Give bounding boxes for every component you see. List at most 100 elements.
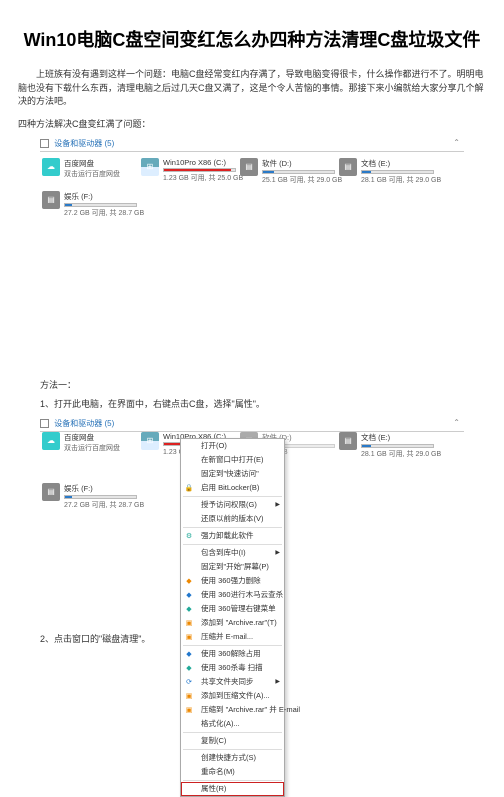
- menu-item-label: 创建快捷方式(S): [201, 752, 256, 763]
- menu-item[interactable]: 固定到"开始"屏幕(P): [181, 560, 284, 574]
- menu-item-label: 固定到"快速访问": [201, 468, 259, 479]
- menu-item-label: 启用 BitLocker(B): [201, 482, 259, 493]
- hdd-icon: ▤: [339, 432, 357, 450]
- menu-item-label: 强力卸载此软件: [201, 530, 254, 541]
- menu-separator: [183, 780, 282, 781]
- menu-item-label: 还原以前的版本(V): [201, 513, 264, 524]
- menu-item[interactable]: ◆使用 360强力删除: [181, 574, 284, 588]
- capacity-bar: [64, 495, 137, 499]
- intro-paragraph: 上班族有没有遇到这样一个问题：电脑C盘经常变红内存满了，导致电脑变得很卡，什么操…: [18, 68, 486, 109]
- menu-item[interactable]: ⚙ 强力卸载此软件: [181, 529, 284, 543]
- menu-item-icon: ▣: [184, 632, 194, 642]
- menu-item-icon: ◆: [184, 604, 194, 614]
- menu-item-icon: ⟳: [184, 677, 194, 687]
- menu-item-label: 添加到压缩文件(A)...: [201, 690, 270, 701]
- menu-item[interactable]: 创建快捷方式(S): [181, 751, 284, 765]
- menu-item[interactable]: 重命名(M): [181, 765, 284, 779]
- capacity-bar: [64, 203, 137, 207]
- drive-c[interactable]: ⊞ Win10Pro X86 (C:) 1.23 GB 可用, 共 25.0 G…: [141, 158, 236, 185]
- menu-item-icon: ◆: [184, 663, 194, 673]
- menu-item-label: 使用 360进行木马云查杀: [201, 589, 283, 600]
- submenu-arrow-icon: ▶: [275, 501, 280, 508]
- menu-separator: [183, 645, 282, 646]
- menu-item-label: 打开(O): [201, 440, 227, 451]
- drive-baidu[interactable]: ☁ 百度网盘 双击运行百度网盘: [42, 432, 137, 459]
- drive-label: 百度网盘: [64, 158, 137, 169]
- menu-separator: [183, 527, 282, 528]
- menu-item-label: 使用 360强力删除: [201, 575, 261, 586]
- menu-item[interactable]: 固定到"快速访问": [181, 467, 284, 481]
- drive-sub: 25.1 GB 可用, 共 29.0 GB: [262, 175, 335, 185]
- menu-item[interactable]: ◆使用 360管理右键菜单: [181, 602, 284, 616]
- menu-item-icon: ◆: [184, 590, 194, 600]
- cloud-icon: ☁: [42, 158, 60, 176]
- menu-separator: [183, 544, 282, 545]
- drive-label: 百度网盘: [64, 432, 137, 443]
- devices-header-label: 设备和驱动器 (5): [54, 139, 114, 148]
- menu-item[interactable]: 包含到库中(I)▶: [181, 546, 284, 560]
- menu-item[interactable]: ⟳共享文件夹同步▶: [181, 675, 284, 689]
- menu-item[interactable]: 授予访问权限(G)▶: [181, 498, 284, 512]
- drive-label: 文档 (E:): [361, 158, 434, 169]
- windows-drive-icon: ⊞: [141, 158, 159, 176]
- menu-item-icon: 🔒: [184, 483, 194, 493]
- step-1: 1、打开此电脑，在界面中，右键点击C盘，选择"属性"。: [40, 397, 486, 410]
- article-page: Win10电脑C盘空间变红怎么办四种方法清理C盘垃圾文件 上班族有没有遇到这样一…: [0, 0, 504, 665]
- drive-label: 文档 (E:): [361, 432, 434, 443]
- drive-sub: 1.23 GB 可用, 共 25.0 GB: [163, 173, 236, 183]
- drive-sub: 27.2 GB 可用, 共 28.7 GB: [64, 500, 137, 510]
- menu-separator: [183, 496, 282, 497]
- drive-sub: 27.2 GB 可用, 共 28.7 GB: [64, 208, 137, 218]
- menu-item[interactable]: ▣ 压缩并 E-mail...: [181, 630, 284, 644]
- menu-item[interactable]: ▣添加到 "Archive.rar"(T): [181, 616, 284, 630]
- drive-sub: 28.1 GB 可用, 共 29.0 GB: [361, 175, 434, 185]
- menu-item-label: 属性(R): [201, 783, 226, 794]
- submenu-arrow-icon: ▶: [275, 678, 280, 685]
- drive-f[interactable]: ▤ 娱乐 (F:) 27.2 GB 可用, 共 28.7 GB: [42, 191, 137, 218]
- menu-item[interactable]: 复制(C): [181, 734, 284, 748]
- drive-label: 软件 (D:): [262, 158, 335, 169]
- menu-item-label: 压缩并 E-mail...: [201, 631, 253, 642]
- whitespace-gap: [18, 228, 486, 368]
- menu-item-icon: ⚙: [184, 531, 194, 541]
- menu-item-icon: ▣: [184, 691, 194, 701]
- devices-header[interactable]: 设备和驱动器 (5) ⌃: [40, 136, 464, 152]
- context-menu: 打开(O) 在新窗口中打开(E) 固定到"快速访问" 🔒 启用 BitLocker(B)…: [180, 438, 285, 797]
- drive-f[interactable]: ▤ 娱乐 (F:) 27.2 GB 可用, 共 28.7 GB: [42, 483, 137, 510]
- menu-item[interactable]: 还原以前的版本(V): [181, 512, 284, 526]
- menu-item[interactable]: 属性(R): [181, 782, 284, 796]
- drive-e[interactable]: ▤ 文档 (E:) 28.1 GB 可用, 共 29.0 GB: [339, 432, 434, 459]
- drive-e[interactable]: ▤ 文档 (E:) 28.1 GB 可用, 共 29.0 GB: [339, 158, 434, 185]
- menu-item[interactable]: ▣压缩到 "Archive.rar" 并 E-mail: [181, 703, 284, 717]
- menu-item[interactable]: 打开(O): [181, 439, 284, 453]
- screenshot-contextmenu: 设备和驱动器 (5) ⌃ ☁ 百度网盘 双击运行百度网盘 ⊞ Win10Pro …: [40, 416, 464, 626]
- menu-item[interactable]: 格式化(A)...: [181, 717, 284, 731]
- menu-item[interactable]: 在新窗口中打开(E): [181, 453, 284, 467]
- menu-item-label: 压缩到 "Archive.rar" 并 E-mail: [201, 704, 300, 715]
- menu-item-icon: ▣: [184, 618, 194, 628]
- menu-item-icon: ▣: [184, 705, 194, 715]
- menu-item-label: 包含到库中(I): [201, 547, 246, 558]
- article-title: Win10电脑C盘空间变红怎么办四种方法清理C盘垃圾文件: [18, 26, 486, 52]
- menu-item[interactable]: 🔒 启用 BitLocker(B): [181, 481, 284, 495]
- hdd-icon: ▤: [42, 483, 60, 501]
- drive-baidu[interactable]: ☁ 百度网盘 双击运行百度网盘: [42, 158, 137, 185]
- menu-item[interactable]: ◆使用 360杀毒 扫描: [181, 661, 284, 675]
- chevron-icon: ⌃: [453, 138, 460, 147]
- menu-separator: [183, 749, 282, 750]
- screenshot-drives: 设备和驱动器 (5) ⌃ ☁ 百度网盘 双击运行百度网盘 ⊞ Win10Pro …: [40, 136, 464, 222]
- menu-item-label: 重命名(M): [201, 766, 235, 777]
- drive-label: 娱乐 (F:): [64, 483, 137, 494]
- menu-item-label: 格式化(A)...: [201, 718, 240, 729]
- drive-d[interactable]: ▤ 软件 (D:) 25.1 GB 可用, 共 29.0 GB: [240, 158, 335, 185]
- devices-header-label: 设备和驱动器 (5): [54, 419, 114, 428]
- menu-item[interactable]: ◆使用 360解除占用: [181, 647, 284, 661]
- menu-separator: [183, 732, 282, 733]
- menu-item-label: 使用 360解除占用: [201, 648, 261, 659]
- menu-item[interactable]: ◆ 使用 360进行木马云查杀: [181, 588, 284, 602]
- windows-drive-icon: ⊞: [141, 432, 159, 450]
- menu-item[interactable]: ▣ 添加到压缩文件(A)...: [181, 689, 284, 703]
- menu-item-label: 在新窗口中打开(E): [201, 454, 264, 465]
- drive-sub: 双击运行百度网盘: [64, 169, 137, 179]
- hdd-icon: ▤: [42, 191, 60, 209]
